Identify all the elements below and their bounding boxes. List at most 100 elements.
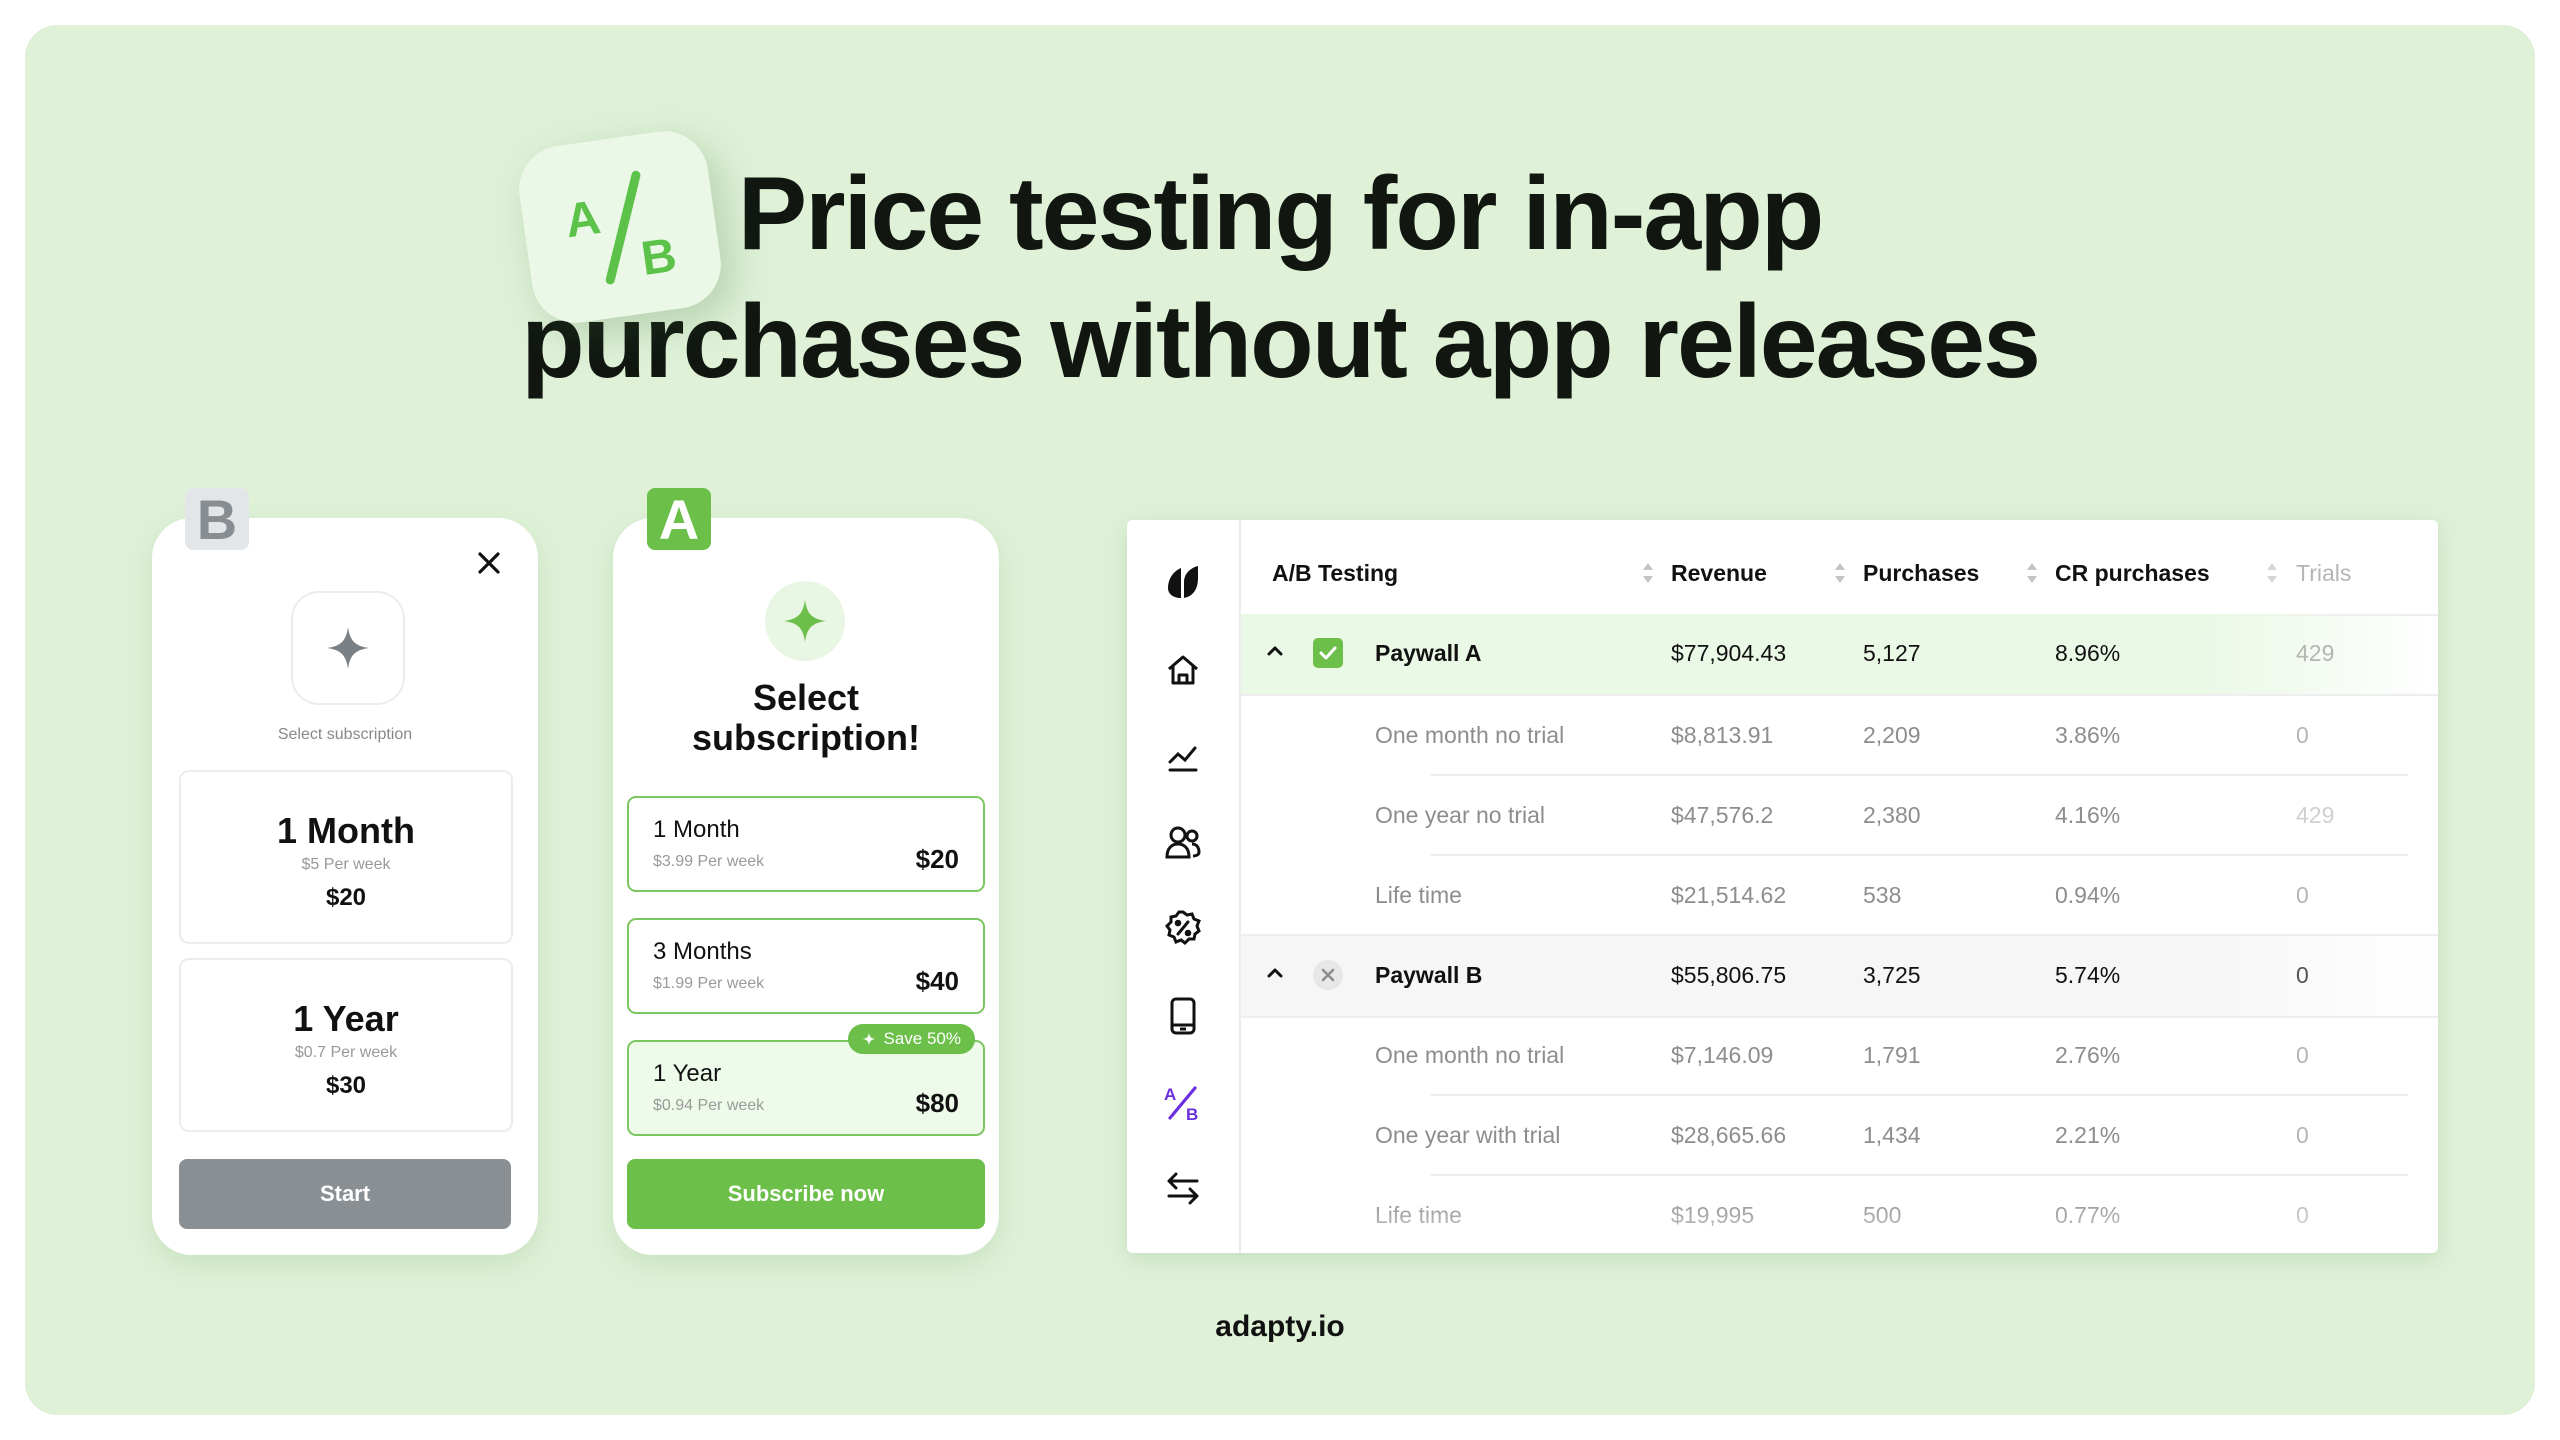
- revenue-value: $77,904.43: [1671, 640, 1787, 666]
- table-row-product: Life time $19,995 500 0.77% 0: [1241, 1176, 2438, 1253]
- plan-title: 1 Year: [293, 998, 399, 1039]
- svg-text:A: A: [1164, 1085, 1176, 1104]
- variant-b-tag: B: [185, 488, 249, 551]
- chevron-up-icon[interactable]: [1263, 961, 1287, 985]
- plan-price: $30: [325, 1072, 367, 1099]
- svg-text:B: B: [638, 229, 680, 286]
- plan-option-1-month[interactable]: 1 Month $5 Per week $20: [179, 770, 513, 944]
- revenue-value: $8,813.91: [1671, 722, 1774, 748]
- close-icon[interactable]: [474, 548, 504, 578]
- table-header: A/B Testing Revenue Purchases CR purchas…: [1241, 520, 2438, 616]
- save-badge-label: Save 50%: [883, 1029, 962, 1048]
- plan-per-week: $5 Per week: [301, 856, 391, 873]
- purchases-value: 1,791: [1863, 1042, 1921, 1068]
- analytics-chart-icon[interactable]: [1163, 736, 1203, 776]
- cr-value: 5.74%: [2055, 962, 2121, 988]
- product-name: One month no trial: [1375, 722, 1565, 748]
- trials-value: 0: [2296, 722, 2309, 748]
- cr-value: 4.16%: [2055, 802, 2121, 828]
- cr-value: 3.86%: [2055, 722, 2121, 748]
- chevron-up-icon[interactable]: [1263, 639, 1287, 663]
- cr-value: 8.96%: [2055, 640, 2121, 666]
- sort-icon[interactable]: [1641, 560, 1655, 586]
- product-name: One month no trial: [1375, 1042, 1565, 1068]
- headline-line-2: purchases without app releases: [521, 284, 2041, 400]
- product-name: Life time: [1375, 1202, 1462, 1228]
- sort-icon[interactable]: [2025, 560, 2039, 586]
- product-name: Life time: [1375, 882, 1462, 908]
- plan-price: $80: [915, 1088, 959, 1118]
- table-row-paywall-a[interactable]: Paywall A $77,904.43 5,127 8.96% 429: [1241, 614, 2438, 696]
- plan-option-1-month[interactable]: 1 Month $3.99 Per week $20: [627, 796, 985, 892]
- cr-value: 2.21%: [2055, 1122, 2121, 1148]
- column-purchases[interactable]: Purchases: [1863, 560, 1979, 587]
- plan-option-3-months[interactable]: 3 Months $1.99 Per week $40: [627, 918, 985, 1014]
- column-ab-testing[interactable]: A/B Testing: [1272, 560, 1398, 587]
- mobile-device-icon[interactable]: [1163, 996, 1203, 1036]
- purchases-value: 500: [1863, 1202, 1902, 1228]
- ab-test-icon[interactable]: AB: [1163, 1082, 1203, 1122]
- sparkle-icon: [327, 627, 369, 669]
- adapty-logo-icon[interactable]: [1163, 562, 1203, 602]
- column-trials[interactable]: Trials: [2296, 560, 2351, 587]
- product-name: One year with trial: [1375, 1122, 1561, 1148]
- sort-icon[interactable]: [1833, 560, 1847, 586]
- trials-value: 0: [2296, 962, 2309, 988]
- sort-icon[interactable]: [2265, 560, 2279, 586]
- plan-price: $20: [325, 884, 367, 911]
- purchases-value: 1,434: [1863, 1122, 1921, 1148]
- users-icon[interactable]: [1163, 822, 1203, 862]
- footer-brand[interactable]: adapty.io: [0, 1310, 2560, 1344]
- revenue-value: $7,146.09: [1671, 1042, 1774, 1068]
- cr-value: 0.77%: [2055, 1202, 2121, 1228]
- trials-value: 429: [2296, 640, 2335, 666]
- plan-option-1-year[interactable]: 1 Year $0.7 Per week $30: [179, 958, 513, 1132]
- plan-per-week: $0.94 Per week: [653, 1097, 765, 1114]
- svg-text:A: A: [562, 191, 604, 248]
- column-cr-purchases[interactable]: CR purchases: [2055, 560, 2210, 587]
- plan-option-1-year[interactable]: Save 50% 1 Year $0.94 Per week $80: [627, 1024, 985, 1136]
- paywall-heading: Select subscription!: [613, 678, 999, 758]
- hero-icon-circle: [765, 581, 845, 661]
- table-row-paywall-b[interactable]: Paywall B $55,806.75 3,725 5.74% 0: [1241, 934, 2438, 1018]
- check-icon: [1319, 646, 1337, 660]
- trials-value: 429: [2296, 802, 2335, 828]
- plan-price: $40: [915, 966, 959, 996]
- excluded-status[interactable]: [1313, 960, 1343, 990]
- subscribe-now-button[interactable]: Subscribe now: [627, 1159, 985, 1229]
- purchases-value: 5,127: [1863, 640, 1921, 666]
- plan-price: $20: [915, 844, 959, 874]
- plan-title: 1 Year: [653, 1060, 722, 1087]
- cr-value: 0.94%: [2055, 882, 2121, 908]
- variant-a-tag: A: [647, 488, 711, 551]
- home-icon[interactable]: [1163, 650, 1203, 690]
- sparkle-icon: [862, 1032, 875, 1046]
- paywall-variant-a: Select subscription! 1 Month $3.99 Per w…: [613, 518, 999, 1255]
- cr-value: 2.76%: [2055, 1042, 2121, 1068]
- purchases-value: 538: [1863, 882, 1902, 908]
- sidebar: AB: [1127, 520, 1241, 1253]
- column-revenue[interactable]: Revenue: [1671, 560, 1767, 587]
- headline: Price testing for in-app purchases witho…: [0, 150, 2560, 406]
- plan-per-week: $1.99 Per week: [653, 975, 765, 992]
- trials-value: 0: [2296, 1202, 2309, 1228]
- plan-title: 3 Months: [653, 938, 752, 965]
- transfer-arrows-icon[interactable]: [1163, 1168, 1203, 1208]
- plan-title: 1 Month: [653, 816, 740, 843]
- discount-badge-icon[interactable]: [1163, 908, 1203, 948]
- subtitle: Select subscription: [277, 726, 413, 743]
- revenue-value: $28,665.66: [1671, 1122, 1787, 1148]
- ab-results-table: A/B Testing Revenue Purchases CR purchas…: [1241, 520, 2438, 1253]
- revenue-value: $47,576.2: [1671, 802, 1774, 828]
- svg-text:B: B: [1186, 1105, 1198, 1122]
- revenue-value: $55,806.75: [1671, 962, 1787, 988]
- table-row-product: One year with trial $28,665.66 1,434 2.2…: [1241, 1096, 2438, 1176]
- purchases-value: 2,209: [1863, 722, 1921, 748]
- checkbox-checked[interactable]: [1313, 638, 1343, 668]
- trials-value: 0: [2296, 1122, 2309, 1148]
- purchases-value: 2,380: [1863, 802, 1921, 828]
- table-row-product: One year no trial $47,576.2 2,380 4.16% …: [1241, 776, 2438, 856]
- table-row-product: One month no trial $7,146.09 1,791 2.76%…: [1241, 1016, 2438, 1096]
- paywall-variant-b: Select subscription 1 Month $5 Per week …: [152, 518, 538, 1255]
- start-button[interactable]: Start: [179, 1159, 511, 1229]
